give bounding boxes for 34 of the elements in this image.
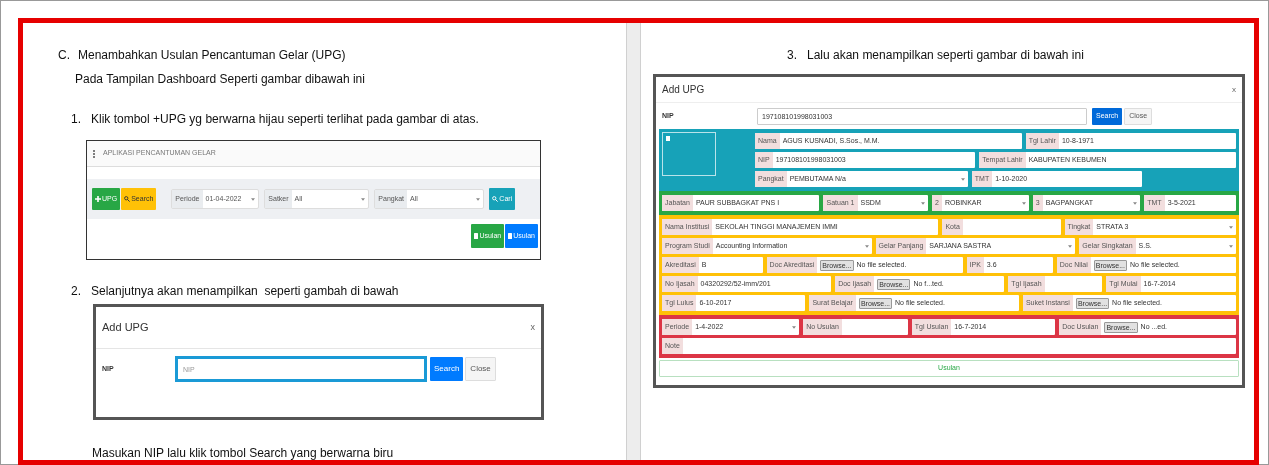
caret-icon (476, 197, 481, 201)
modal-title: Add UPG (102, 320, 149, 336)
list-marker: C. (58, 47, 71, 64)
step-text: Selanjutnya akan menampilkan seperti gambah di bawah (91, 283, 399, 300)
step-text: Menambahkan Usulan Pencantuman Gelar (UPG) (78, 47, 346, 64)
list-marker: 1. (71, 111, 82, 128)
caret-icon (1229, 244, 1233, 248)
caret-icon (361, 197, 366, 201)
search-button[interactable]: Search (430, 357, 464, 381)
caret-icon (251, 197, 256, 201)
caret-icon (1229, 225, 1233, 229)
caret-icon (1021, 201, 1026, 205)
caret-icon (1133, 201, 1138, 205)
document-icon (508, 233, 513, 239)
close-button[interactable]: Close (465, 357, 496, 381)
step-text: Lalu akan menampilkan seperti gambar di bawah ini (807, 47, 1084, 64)
plus-icon (95, 196, 101, 202)
caret-icon (1068, 244, 1073, 248)
caption-text: Masukan NIP lalu klik tombol Search yang berwarna biru (91, 445, 395, 462)
search-icon (492, 196, 499, 202)
document-icon (666, 136, 670, 141)
caret-icon (921, 201, 926, 205)
caret-icon (864, 244, 869, 248)
close-button[interactable]: x (530, 320, 535, 335)
document-icon (474, 233, 479, 239)
close-button[interactable]: x (1232, 83, 1236, 96)
caret-icon (792, 325, 797, 329)
list-marker: 3. (787, 47, 798, 64)
search-icon (124, 196, 131, 202)
caret-icon (960, 177, 965, 181)
modal-title: Add UPG (662, 83, 705, 97)
list-marker: 2. (71, 283, 82, 300)
subtitle-text: Pada Tampilan Dashboard Seperti gambar dibawah ini (74, 71, 366, 88)
step-text: Klik tombol +UPG yg berwarna hijau seperti terlihat pada gambar di atas. (91, 111, 479, 128)
